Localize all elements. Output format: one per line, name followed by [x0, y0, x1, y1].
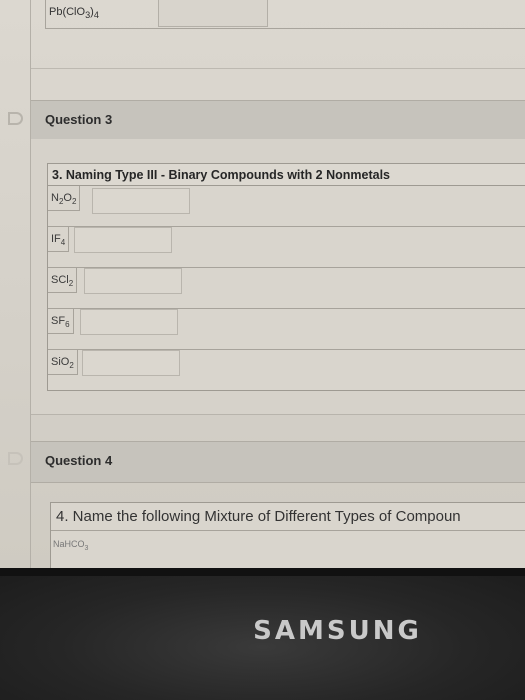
question-4-title: Question 4: [45, 453, 113, 468]
answer-input[interactable]: [80, 309, 178, 335]
table-row: IF4: [48, 227, 525, 268]
answer-input[interactable]: [74, 227, 172, 253]
brand-logo: SAMSUNG: [253, 616, 422, 646]
table-row: SF6: [48, 309, 525, 350]
flag-question-icon[interactable]: [8, 112, 23, 125]
question-4-table-header: 4. Name the following Mixture of Differe…: [51, 503, 525, 531]
compound-formula: NaHCO3: [53, 539, 89, 552]
flag-question-icon[interactable]: [8, 452, 23, 465]
question-3-table-header: 3. Naming Type III - Binary Compounds wi…: [48, 164, 525, 186]
question-4-table: 4. Name the following Mixture of Differe…: [50, 502, 525, 568]
answer-input[interactable]: [92, 188, 190, 214]
compound-formula: SF6: [48, 309, 74, 334]
question-3-title: Question 3: [45, 112, 113, 127]
question-3-header: Question 3: [31, 100, 525, 140]
answer-input[interactable]: [82, 350, 180, 376]
question-4-header: Question 4: [31, 441, 525, 483]
quiz-screen: Pb(ClO3)4 Question 3 3. Naming Type III …: [0, 0, 525, 568]
previous-formula: Pb(ClO3)4: [49, 6, 99, 21]
monitor-bezel: SAMSUNG: [0, 568, 525, 700]
compound-formula: SiO2: [48, 350, 78, 375]
table-row: N2O2: [48, 186, 525, 227]
table-row: SCl2: [48, 268, 525, 309]
bezel-edge: [0, 568, 525, 576]
table-row: NaHCO3: [51, 531, 525, 561]
compound-formula: N2O2: [48, 186, 81, 211]
compound-formula: SCl2: [48, 268, 78, 293]
answer-input[interactable]: [84, 268, 182, 294]
previous-question-row: Pb(ClO3)4: [45, 0, 525, 29]
compound-formula: IF4: [48, 227, 70, 252]
question-3-table: 3. Naming Type III - Binary Compounds wi…: [47, 163, 525, 391]
previous-answer-input[interactable]: [158, 0, 268, 27]
table-row: SiO2: [48, 350, 525, 390]
